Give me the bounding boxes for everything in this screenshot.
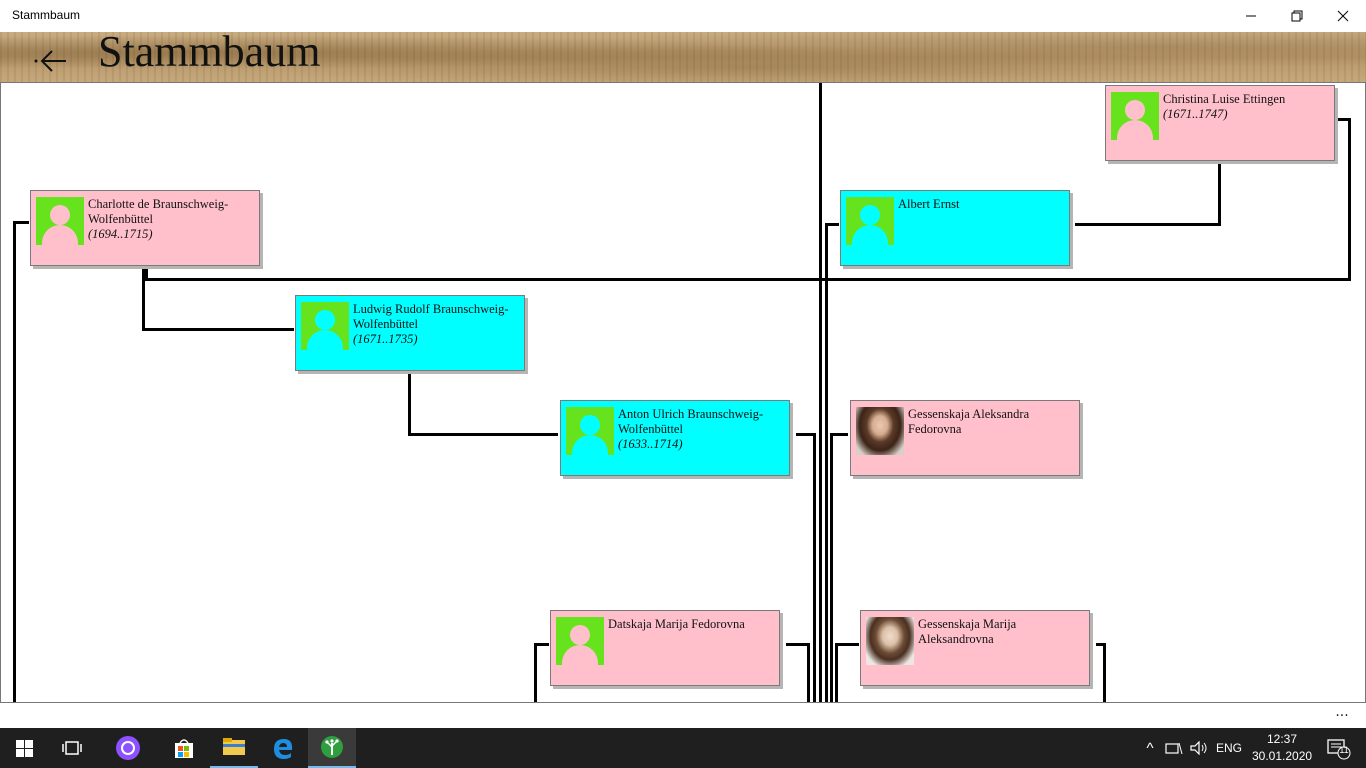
language-indicator[interactable]: ENG: [1212, 728, 1246, 768]
person-card[interactable]: Anton Ulrich Braunschweig-Wolfenbüttel (1…: [560, 400, 790, 476]
person-placeholder-icon: [566, 407, 614, 455]
person-placeholder-icon: [301, 302, 349, 350]
connector-line: [534, 643, 537, 702]
connector-line: [1103, 643, 1106, 702]
person-dates: (1694..1715): [88, 227, 153, 241]
person-card[interactable]: Charlotte de Braunschweig-Wolfenbüttel (1…: [30, 190, 260, 266]
person-name: Charlotte de Braunschweig-Wolfenbüttel (1…: [88, 197, 258, 242]
task-view-icon[interactable]: [48, 728, 96, 768]
app-header: Stammbaum: [0, 27, 1366, 82]
connector-line: [13, 221, 16, 702]
connector-line: [1218, 164, 1221, 226]
person-name: Albert Ernst: [898, 197, 960, 211]
microsoft-store-icon[interactable]: [160, 728, 208, 768]
taskbar: ^ ENG 12:37 30.01.2020 11: [0, 728, 1366, 768]
connector-line: [408, 374, 411, 436]
person-card[interactable]: Christina Luise Ettingen (1671..1747): [1105, 85, 1335, 161]
notifications-icon[interactable]: 11: [1318, 728, 1358, 768]
connector-line: [1348, 118, 1351, 281]
alice-assistant-icon[interactable]: [104, 728, 152, 768]
stammbaum-app-icon[interactable]: [308, 728, 356, 768]
connector-line: [142, 278, 1351, 281]
person-dates: (1671..1735): [353, 332, 418, 346]
person-placeholder-icon: [1111, 92, 1159, 140]
clock[interactable]: 12:37 30.01.2020: [1252, 731, 1312, 765]
person-name: Ludwig Rudolf Braunschweig-Wolfenbüttel(…: [353, 302, 523, 347]
clock-time: 12:37: [1266, 732, 1298, 746]
volume-icon[interactable]: [1188, 728, 1210, 768]
connector-line: [835, 643, 838, 702]
window-title: Stammbaum: [12, 8, 81, 22]
person-portrait: [856, 407, 904, 455]
connector-line: [142, 269, 145, 331]
connector-line: [830, 433, 833, 702]
file-explorer-icon[interactable]: [210, 728, 258, 768]
restore-icon[interactable]: [1274, 0, 1320, 32]
page-title: Stammbaum: [98, 27, 321, 76]
connector-line: [142, 328, 294, 331]
person-name: Datskaja Marija Fedorovna: [608, 617, 745, 631]
person-name: Gessenskaja Marija Aleksandrovna: [918, 617, 1017, 646]
connector-line: [786, 643, 809, 646]
person-placeholder-icon: [556, 617, 604, 665]
clock-date: 30.01.2020: [1252, 749, 1313, 763]
connector-line: [1075, 223, 1221, 226]
person-name: Anton Ulrich Braunschweig-Wolfenbüttel (1…: [618, 407, 788, 452]
person-portrait: [866, 617, 914, 665]
minimize-icon[interactable]: [1228, 0, 1274, 32]
person-name: Christina Luise Ettingen (1671..1747): [1163, 92, 1333, 122]
close-icon[interactable]: [1320, 0, 1366, 32]
back-arrow-icon[interactable]: [24, 38, 76, 78]
person-card[interactable]: Ludwig Rudolf Braunschweig-Wolfenbüttel(…: [295, 295, 525, 371]
connector-line: [1337, 118, 1350, 121]
person-placeholder-icon: [36, 197, 84, 245]
edge-browser-icon[interactable]: [259, 728, 307, 768]
person-name: Gessenskaja Aleksandra Fedorovna: [908, 407, 1030, 436]
family-tree-canvas[interactable]: Christina Luise Ettingen (1671..1747) Cha…: [0, 82, 1366, 703]
tray-overflow-chevron-icon[interactable]: ^: [1140, 728, 1160, 768]
person-card[interactable]: Gessenskaja Marija Aleksandrovna: [860, 610, 1090, 686]
network-icon[interactable]: [1163, 728, 1185, 768]
person-card[interactable]: Gessenskaja Aleksandra Fedorovna: [850, 400, 1080, 476]
connector-line: [813, 433, 816, 702]
more-options-button[interactable]: ...: [1330, 705, 1354, 724]
connector-line: [835, 643, 859, 646]
person-card[interactable]: Datskaja Marija Fedorovna: [550, 610, 780, 686]
person-placeholder-icon: [846, 197, 894, 245]
notification-count: 11: [1339, 745, 1349, 755]
person-dates: (1671..1747): [1163, 107, 1228, 121]
connector-line: [408, 433, 558, 436]
connector-line: [825, 223, 828, 702]
person-card[interactable]: Albert Ernst: [840, 190, 1070, 266]
connector-line: [819, 83, 822, 702]
connector-line: [807, 643, 810, 702]
person-dates: (1633..1714): [618, 437, 683, 451]
windows-start-icon[interactable]: [0, 728, 48, 768]
